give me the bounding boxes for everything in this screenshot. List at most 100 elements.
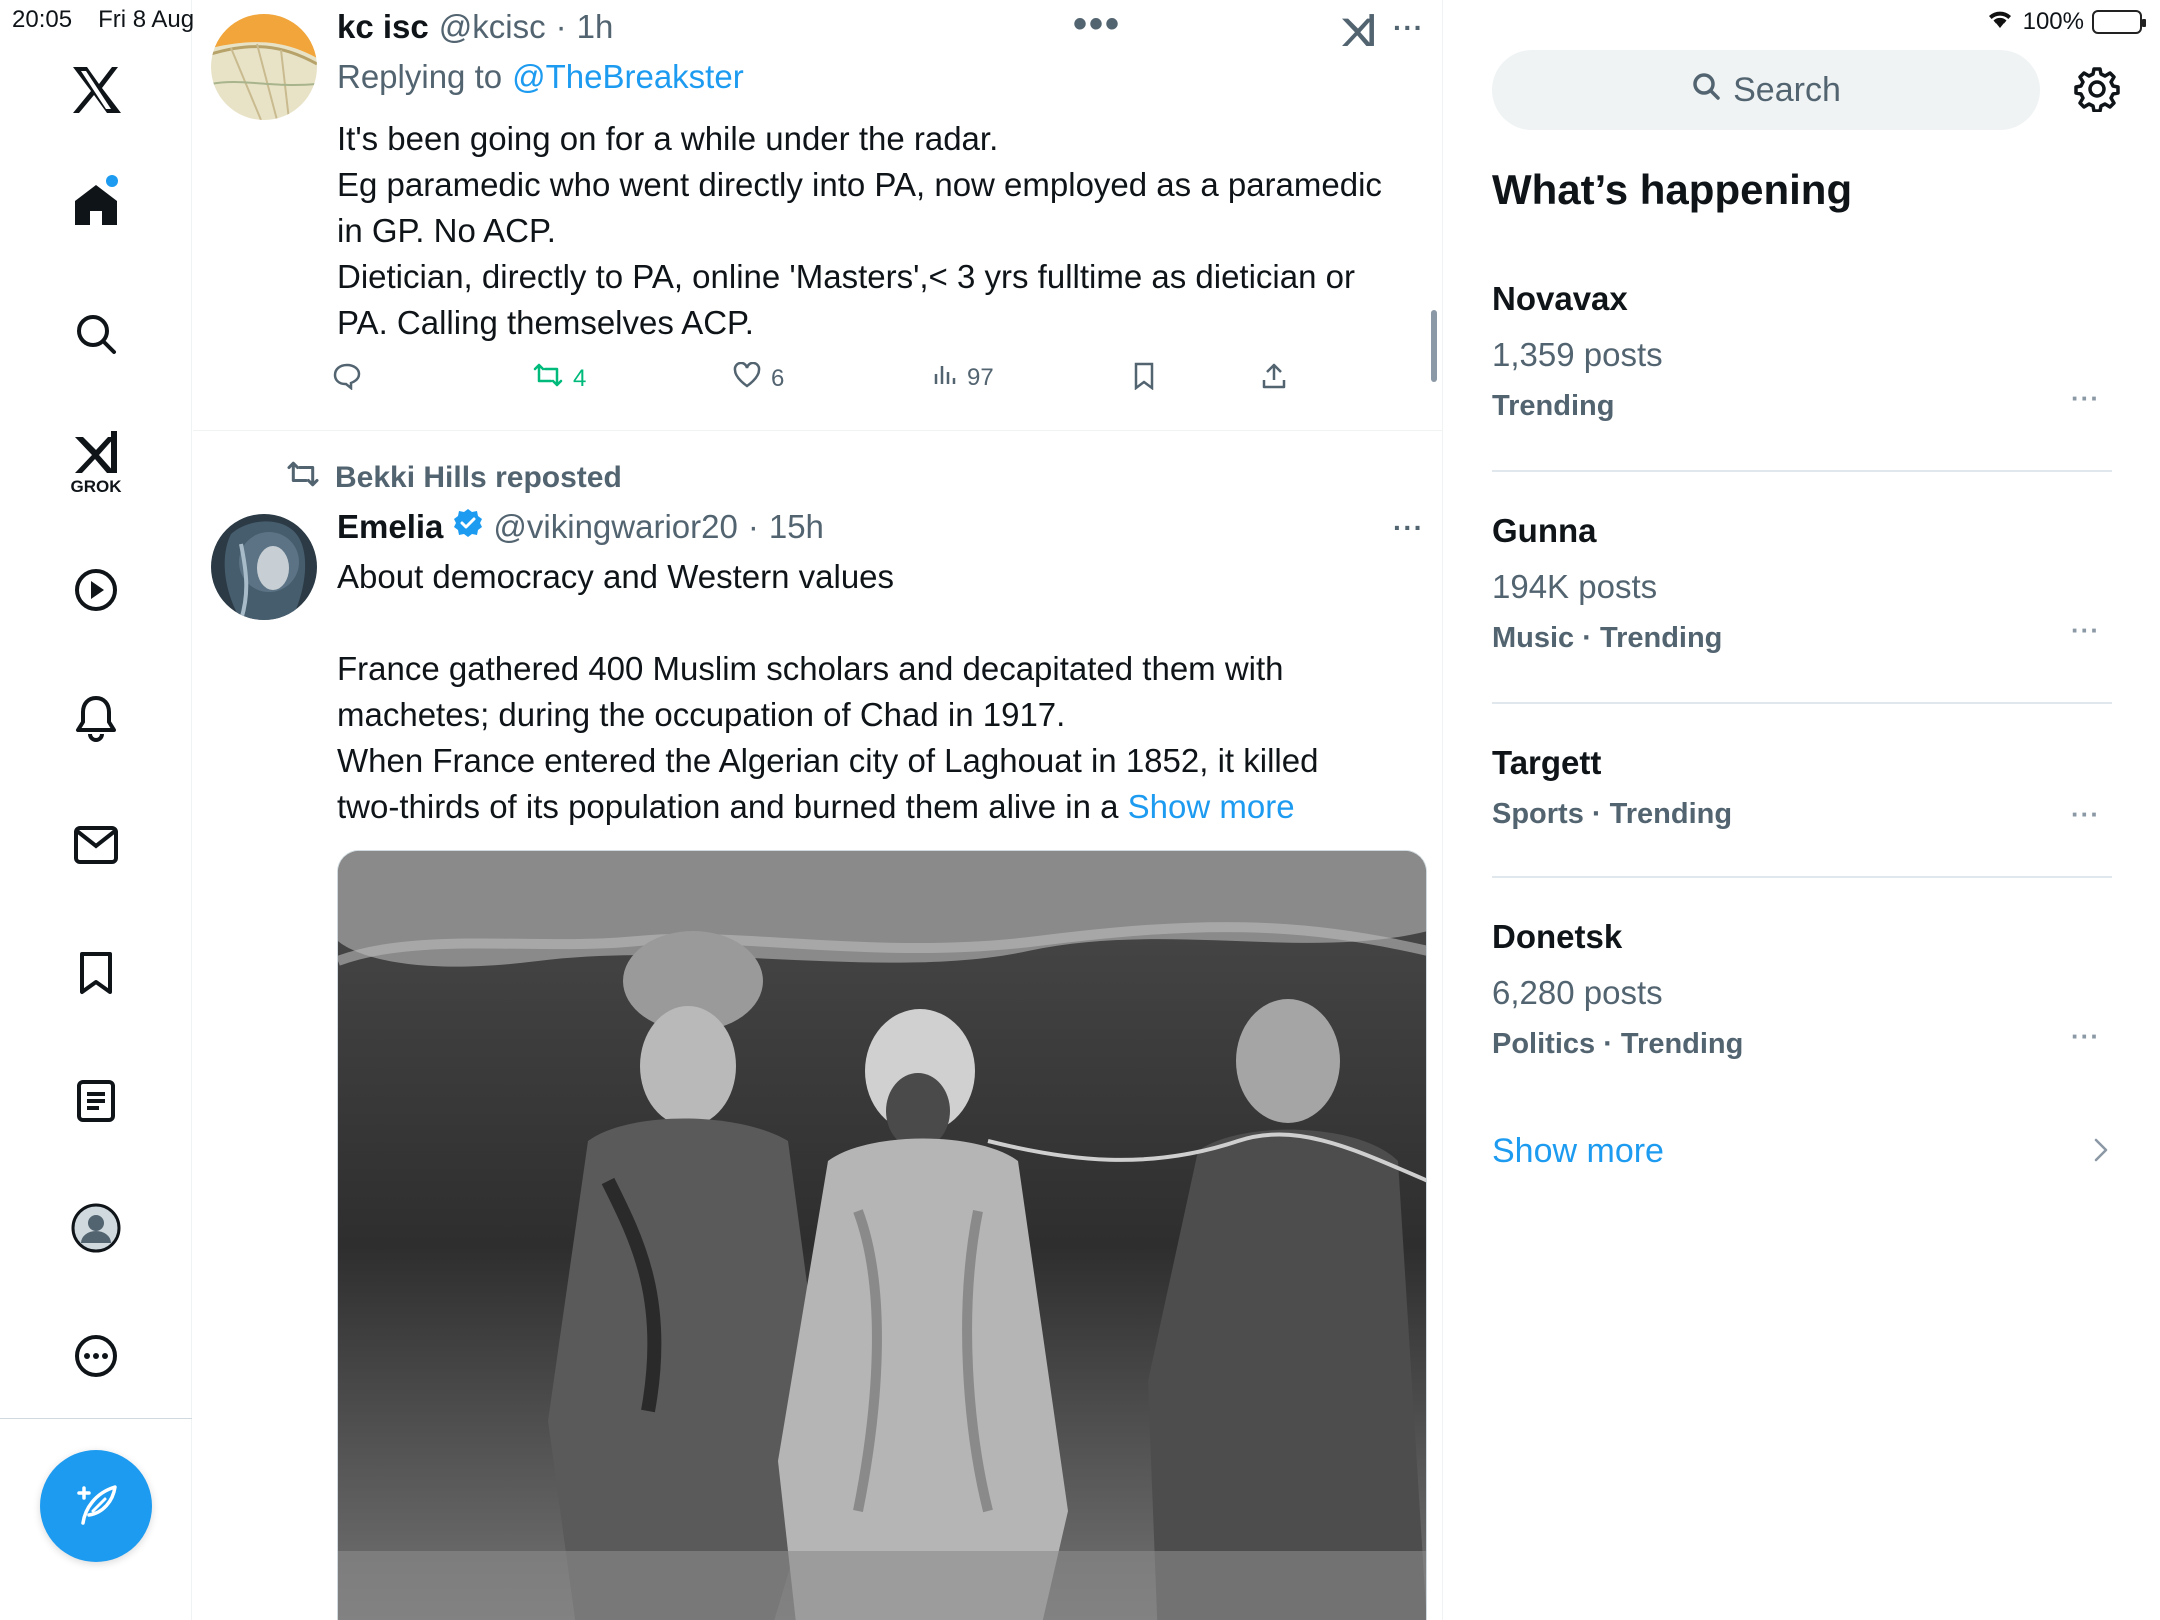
- tweet-time[interactable]: 15h: [769, 508, 824, 546]
- chevron-right-icon[interactable]: [2092, 1136, 2110, 1169]
- trend-name: Donetsk: [1492, 918, 1623, 955]
- search-input[interactable]: Search: [1492, 50, 2040, 130]
- trend-item[interactable]: Targett Sports · Trending ···: [1492, 744, 2112, 844]
- trend-context: Music · Trending: [1492, 622, 1723, 654]
- search-icon: [1691, 71, 1721, 110]
- trend-name: Gunna: [1492, 512, 1597, 549]
- right-sidebar: Search What’s happening Novavax 1,359 po…: [1444, 0, 2160, 1620]
- avatar[interactable]: [211, 14, 317, 120]
- tweet-time[interactable]: 1h: [577, 8, 614, 46]
- trend-count: 194K posts: [1492, 568, 1658, 605]
- grok-label: GROK: [70, 477, 122, 496]
- share-icon: [1261, 362, 1287, 397]
- dot-separator: ·: [555, 8, 567, 45]
- sidebar-item-more[interactable]: [0, 1326, 192, 1386]
- tweet-photo[interactable]: [337, 850, 1427, 1620]
- trend-context: Sports · Trending: [1492, 798, 1733, 830]
- views-icon: [933, 362, 957, 393]
- repost-context: Bekki Hills reposted: [285, 460, 622, 496]
- trend-item[interactable]: Novavax 1,359 posts Trending ···: [1492, 280, 2112, 430]
- replying-prefix: Replying to: [337, 58, 503, 95]
- tweet-line: machetes; during the occupation of Chad …: [337, 696, 1066, 733]
- trend-divider: [1492, 470, 2112, 472]
- tweet-divider: [193, 430, 1442, 431]
- x-logo-icon[interactable]: [0, 60, 192, 120]
- tweet-line: Dietician, directly to PA, online 'Maste…: [337, 258, 1355, 295]
- views-button[interactable]: 97: [933, 362, 994, 393]
- trend-divider: [1492, 876, 2112, 878]
- reposted-by[interactable]: Bekki Hills reposted: [335, 461, 622, 495]
- sidebar-item-notifications[interactable]: [0, 688, 192, 748]
- avatar[interactable]: [211, 514, 317, 620]
- bookmark-icon: [76, 950, 116, 996]
- sidebar-item-bookmarks[interactable]: [0, 943, 192, 1003]
- repost-icon: [533, 362, 563, 395]
- author-handle[interactable]: @vikingwarior20: [493, 508, 737, 546]
- tweet-photo-image: [338, 851, 1426, 1620]
- show-more-link[interactable]: Show more: [1492, 1132, 1664, 1171]
- status-time: 20:05: [12, 6, 73, 33]
- x-app-window: 20:05 Fri 8 Aug 100% GROK ••• kc isc @kc…: [0, 0, 2160, 1620]
- trend-count: 6,280 posts: [1492, 974, 1663, 1011]
- tweet-more-icon[interactable]: ···: [1393, 512, 1424, 544]
- verified-badge-icon: [453, 508, 483, 546]
- trend-more-icon[interactable]: ···: [2071, 1021, 2100, 1052]
- trend-more-icon[interactable]: ···: [2071, 799, 2100, 830]
- trend-item[interactable]: Gunna 194K posts Music · Trending ···: [1492, 512, 2112, 662]
- repost-icon: [285, 460, 321, 496]
- tweet-actions: 4 6 97: [333, 361, 1333, 398]
- status-date: Fri 8 Aug: [98, 6, 195, 33]
- search-icon: [74, 312, 118, 356]
- tweet-text: About democracy and Western values Franc…: [337, 554, 1437, 830]
- trend-more-icon[interactable]: ···: [2071, 615, 2100, 646]
- home-notification-dot: [106, 175, 118, 187]
- wifi-icon: [1985, 6, 2015, 37]
- tweet-more-icon[interactable]: ···: [1393, 12, 1424, 44]
- status-bar-left: 20:05 Fri 8 Aug: [12, 6, 194, 34]
- trend-count: 1,359 posts: [1492, 336, 1663, 373]
- views-count: 97: [967, 363, 994, 391]
- sidebar-item-profile[interactable]: [0, 1198, 192, 1258]
- sidebar-item-videos[interactable]: [0, 560, 192, 620]
- list-icon: [76, 1079, 116, 1123]
- tweet-line: It's been going on for a while under the…: [337, 120, 999, 157]
- trend-name: Targett: [1492, 744, 1602, 781]
- sidebar-item-messages[interactable]: [0, 815, 192, 875]
- sidebar-item-home[interactable]: [0, 175, 192, 235]
- sidebar-item-lists[interactable]: [0, 1071, 192, 1131]
- home-icon: [72, 181, 120, 229]
- repost-button[interactable]: 4: [533, 362, 586, 395]
- trend-more-icon[interactable]: ···: [2071, 383, 2100, 414]
- compose-icon: [71, 1479, 121, 1534]
- section-title: What’s happening: [1492, 166, 1853, 213]
- compose-button[interactable]: [40, 1450, 152, 1562]
- tweet-line: When France entered the Algerian city of…: [337, 742, 1319, 779]
- reply-icon: [333, 362, 361, 397]
- show-more-link[interactable]: Show more: [1128, 788, 1295, 825]
- tweet-line: two-thirds of its population and burned …: [337, 788, 1119, 825]
- replying-to-link[interactable]: @TheBreakster: [512, 58, 744, 96]
- trend-item[interactable]: Donetsk 6,280 posts Politics · Trending …: [1492, 918, 2112, 1068]
- dot-separator: ·: [747, 508, 759, 545]
- share-button[interactable]: [1261, 362, 1287, 397]
- bookmark-button[interactable]: [1133, 362, 1155, 397]
- tweet-line: PA. Calling themselves ACP.: [337, 304, 754, 341]
- left-sidebar: GROK: [0, 0, 192, 1620]
- sidebar-item-grok[interactable]: GROK: [0, 426, 192, 500]
- app-menu-dots[interactable]: •••: [1073, 2, 1121, 47]
- author-name[interactable]: kc isc: [337, 8, 429, 46]
- like-button[interactable]: 6: [733, 361, 784, 395]
- grok-icon[interactable]: [1339, 12, 1377, 53]
- repost-count: 4: [573, 364, 587, 392]
- timeline-feed[interactable]: ••• kc isc @kcisc · 1h ··· Replying to @…: [193, 0, 1443, 1620]
- settings-button[interactable]: [2074, 66, 2120, 117]
- reply-button[interactable]: [333, 362, 361, 397]
- more-circle-icon: [73, 1333, 119, 1379]
- author-handle[interactable]: @kcisc: [439, 8, 546, 46]
- trend-divider: [1492, 702, 2112, 704]
- trend-context: Trending: [1492, 390, 1615, 422]
- author-name[interactable]: Emelia: [337, 508, 443, 546]
- scrollbar[interactable]: [1431, 310, 1437, 382]
- sidebar-item-explore[interactable]: [0, 304, 192, 364]
